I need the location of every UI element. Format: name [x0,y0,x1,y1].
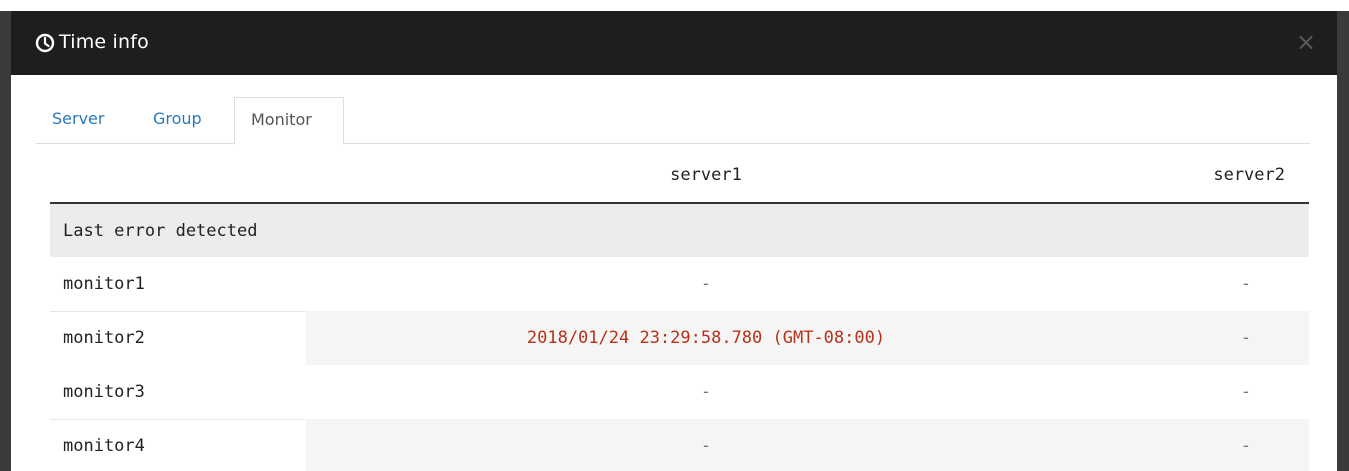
section-row: Last error detected [50,203,1309,257]
column-header-server1: server1 [306,144,1106,204]
monitor-name: monitor2 [50,310,306,365]
clock-icon [35,33,55,53]
dialog-title: Time info [59,31,149,53]
time-info-dialog: Time info × Server Group Monitor server1… [11,11,1337,471]
column-header-name [50,144,306,204]
server2-value: - [1240,382,1251,402]
close-icon[interactable]: × [1293,29,1319,55]
server1-value: - [700,274,712,294]
tab-bar: Server Group Monitor [36,97,1310,145]
column-header-server2: server2 [1106,144,1309,204]
table-header-row: server1 server2 [50,144,1309,204]
server1-value: - [700,382,712,402]
monitor-time-table-container: server1 server2 Last error detected moni… [36,144,1310,471]
server1-value: - [306,419,1106,471]
page-top-strip [0,0,1349,11]
server1-value: 2018/01/24 23:29:58.780 (GMT-08:00) [306,311,1106,365]
monitor-name: monitor4 [50,418,306,471]
table-row: monitor3 - - [50,365,1309,419]
tab-group[interactable]: Group [137,97,218,144]
table-row: monitor1 - - [50,257,1309,311]
server2-value: - [1240,274,1251,294]
table-row: monitor2 2018/01/24 23:29:58.780 (GMT-08… [50,310,1309,365]
tab-server[interactable]: Server [36,97,120,144]
server2-value: - [1106,311,1309,365]
dialog-header: Time info × [11,11,1337,75]
section-label: Last error detected [50,203,1309,257]
server2-value: - [1106,419,1309,471]
table-row: monitor4 - - [50,418,1309,471]
monitor-name: monitor3 [63,381,145,402]
tab-monitor[interactable]: Monitor [234,97,344,145]
monitor-time-table: server1 server2 Last error detected moni… [50,144,1309,471]
monitor-name: monitor1 [63,273,145,294]
